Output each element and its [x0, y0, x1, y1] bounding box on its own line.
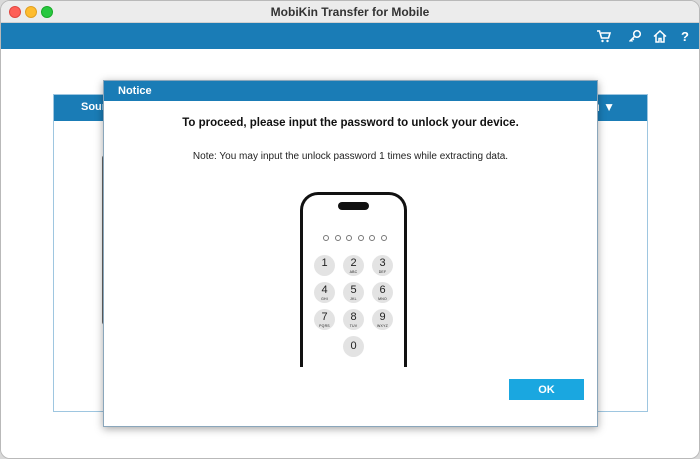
keypad-key-2: 2 ABC — [343, 255, 364, 276]
keypad-key-3: 3 DEF — [372, 255, 393, 276]
unlock-attempts-note: Note: You may input the unlock password … — [192, 151, 509, 162]
keypad-key-1: 1 — [314, 255, 335, 276]
passcode-dot — [369, 235, 376, 241]
keypad-key-6: 6 MNO — [372, 282, 393, 303]
passcode-dot — [334, 235, 341, 241]
help-icon[interactable]: ? — [676, 27, 694, 45]
home-icon[interactable] — [651, 27, 669, 45]
keypad-key-5: 5 JKL — [343, 282, 364, 303]
key-icon[interactable] — [626, 27, 644, 45]
keypad-key-0: 0 — [343, 336, 364, 357]
cart-icon[interactable] — [595, 27, 613, 45]
notice-dialog: Notice To proceed, please input the pass… — [103, 80, 598, 427]
top-toolbar: ? — [1, 23, 699, 49]
keypad-key-8: 8 TUV — [343, 309, 364, 330]
phone-illustration: 1 2 ABC 3 DEF 4 GHI 5 JKL 6 MNO 7 PQRS 8 TUV 9W… — [300, 192, 407, 367]
passcode-dot — [323, 235, 329, 241]
app-window: MobiKin Transfer for Mobile ? Sour u ▼ N… — [0, 0, 700, 459]
passcode-dot — [357, 235, 364, 241]
dialog-title: Notice — [118, 85, 152, 97]
window-title: MobiKin Transfer for Mobile — [270, 5, 430, 19]
ok-button[interactable]: OK — [509, 379, 584, 400]
passcode-dot — [380, 235, 387, 241]
passcode-dot — [346, 235, 353, 241]
dialog-header: Notice — [104, 81, 597, 101]
phone-notch — [338, 202, 369, 210]
unlock-instruction-heading: To proceed, please input the password to… — [182, 117, 519, 129]
passcode-dots — [323, 235, 387, 241]
keypad-key-7: 7 PQRS — [314, 309, 335, 330]
keypad-key-4: 4 GHI — [314, 282, 335, 303]
keypad-key-9: 9 WXYZ — [372, 309, 393, 330]
title-bar: MobiKin Transfer for Mobile — [1, 1, 699, 23]
